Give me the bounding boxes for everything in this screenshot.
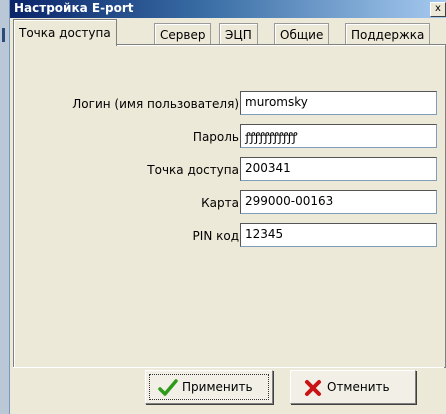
tab-ecp[interactable]: ЭЦП: [219, 23, 258, 46]
access-point-field[interactable]: 200341: [240, 157, 437, 181]
pin-field[interactable]: 12345: [240, 223, 437, 247]
cancel-button[interactable]: Отменить: [290, 370, 416, 404]
apply-button[interactable]: Применить: [145, 370, 273, 404]
tab-access-point[interactable]: Точка доступа: [13, 19, 117, 46]
tab-strip: Точка доступа Сервер ЭЦП Общие Поддержка: [13, 19, 446, 46]
password-label: Пароль: [192, 130, 239, 144]
access-point-panel: Логин (имя пользователя) muromsky Пароль…: [13, 44, 446, 368]
close-button[interactable]: x: [430, 2, 446, 17]
apply-label: Применить: [182, 380, 253, 394]
card-label: Карта: [201, 196, 239, 210]
cancel-label: Отменить: [327, 380, 390, 394]
title-bar[interactable]: Настройка E-port x: [10, 0, 446, 18]
pin-label: PIN код: [192, 229, 239, 243]
tab-general[interactable]: Общие: [274, 23, 330, 46]
x-icon: [305, 380, 321, 396]
tab-server[interactable]: Сервер: [154, 23, 212, 46]
login-label: Логин (имя пользователя): [72, 97, 239, 111]
checkmark-icon: [158, 379, 178, 396]
card-field[interactable]: 299000-00163: [240, 190, 437, 214]
background-window-edge: [0, 0, 9, 414]
access-point-label: Точка доступа: [147, 163, 239, 177]
settings-dialog: Настройка E-port x Точка доступа Сервер …: [9, 0, 446, 414]
window-title: Настройка E-port: [14, 1, 134, 15]
background-window-marker: [2, 28, 5, 42]
login-field[interactable]: muromsky: [240, 91, 437, 115]
button-separator: [13, 367, 444, 368]
tab-support[interactable]: Поддержка: [345, 23, 431, 46]
password-field[interactable]: ꝭꝭꝭꝭꝭꝭꝭꝭꝭꝭꝭ: [240, 124, 437, 148]
